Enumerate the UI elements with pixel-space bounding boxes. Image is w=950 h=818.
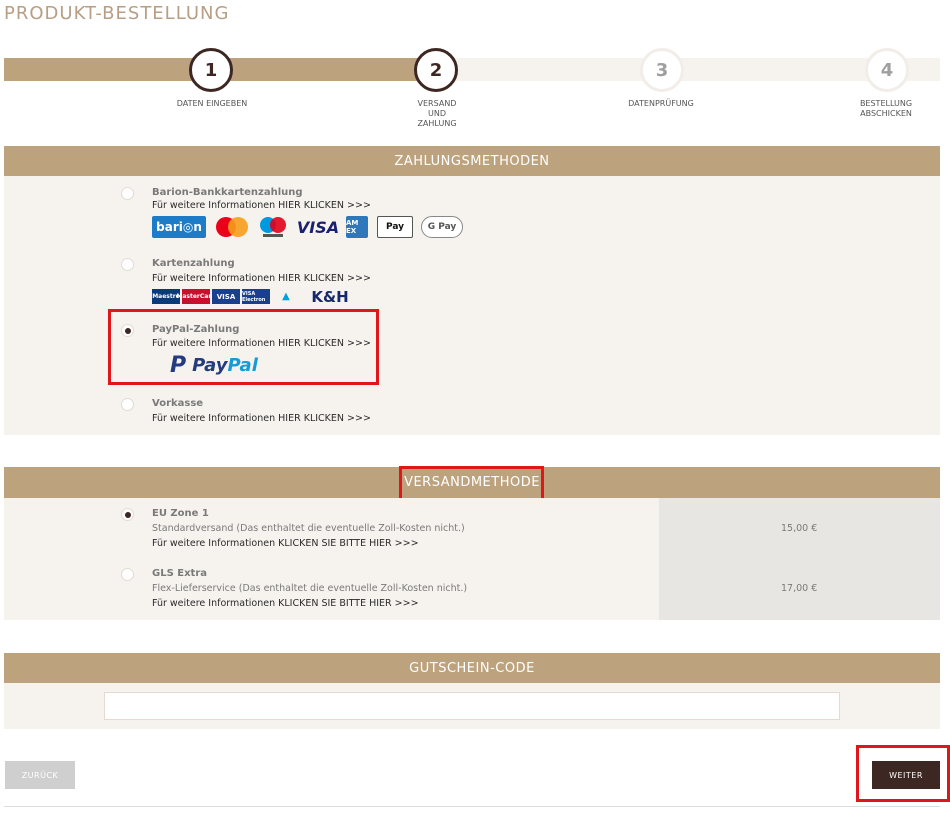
step-4-label: BESTELLUNG ABSCHICKEN [859, 99, 913, 118]
barion-info-link[interactable]: Für weitere Informationen HIER KLICKEN >… [152, 200, 371, 211]
visa-logo: VISA [296, 217, 340, 237]
prepayment-info-link[interactable]: Für weitere Informationen HIER KLICKEN >… [152, 413, 371, 424]
gls-extra-title: GLS Extra [152, 568, 208, 579]
barion-radio[interactable] [121, 187, 134, 200]
gls-extra-radio[interactable] [121, 568, 134, 581]
step-3-label: DATENPRÜFUNG [628, 99, 694, 108]
barion-logos: bari◎n VISA AM EX Pay G Pay [152, 216, 472, 240]
apple-pay-logo: Pay [377, 216, 413, 238]
mastercard-card-logo: MasterCard [176, 289, 216, 304]
gls-extra-price: 17,00 € [781, 583, 818, 594]
gls-extra-info-link[interactable]: Für weitere Informationen KLICKEN SIE BI… [152, 598, 419, 609]
kh-logo: K&H [311, 287, 349, 306]
footer-divider [4, 806, 940, 807]
card-payment-info-link[interactable]: Für weitere Informationen HIER KLICKEN >… [152, 273, 371, 284]
card-payment-radio[interactable] [121, 258, 134, 271]
card-payment-logos: Maestro MasterCard VISA VISA Electron ▲ … [152, 287, 362, 306]
eu-zone-1-title: EU Zone 1 [152, 508, 209, 519]
google-pay-logo: G Pay [421, 216, 463, 238]
paypal-logo: P Pay Pal [170, 352, 258, 378]
mastercard-logo [212, 216, 252, 238]
prepayment-title: Vorkasse [152, 398, 204, 409]
eu-zone-1-info-link[interactable]: Für weitere Informationen KLICKEN SIE BI… [152, 538, 419, 549]
barion-title: Barion-Bankkartenzahlung [152, 187, 303, 198]
back-button[interactable]: ZURÜCK [5, 761, 75, 789]
payment-methods-header: ZAHLUNGSMETHODEN [4, 146, 940, 176]
step-2-label: VERSAND UND ZAHLUNG [417, 99, 457, 128]
eu-zone-1-desc: Standardversand (Das enthaltet die event… [152, 523, 465, 534]
barion-logo: bari◎n [152, 216, 206, 238]
eu-zone-1-radio[interactable] [121, 508, 134, 521]
paypal-radio[interactable] [121, 324, 134, 337]
paypal-p-icon: P [170, 352, 187, 378]
coupon-header: GUTSCHEIN-CODE [4, 653, 940, 683]
coupon-code-input[interactable] [104, 692, 840, 720]
visa-card-logo: VISA [212, 289, 240, 304]
kh-bank-icon: ▲ [282, 291, 290, 302]
paypal-title: PayPal-Zahlung [152, 324, 240, 335]
payment-methods-panel [4, 176, 940, 435]
step-1-label: DATEN EINGEBEN [176, 99, 248, 108]
step-1-circle[interactable]: 1 [189, 48, 233, 92]
amex-logo: AM EX [346, 216, 368, 238]
page-title: PRODUKT-BESTELLUNG [4, 3, 230, 24]
next-button[interactable]: WEITER [872, 761, 940, 789]
step-4-circle: 4 [865, 48, 909, 92]
paypal-info-link[interactable]: Für weitere Informationen HIER KLICKEN >… [152, 338, 371, 349]
prepayment-radio[interactable] [121, 398, 134, 411]
step-3-circle: 3 [640, 48, 684, 92]
shipping-price-column [659, 498, 940, 620]
step-2-circle[interactable]: 2 [414, 48, 458, 92]
card-payment-title: Kartenzahlung [152, 258, 235, 269]
maestro-logo [256, 216, 290, 238]
visa-electron-logo: VISA Electron [242, 289, 270, 304]
gls-extra-desc: Flex-Lieferservice (Das enthaltet die ev… [152, 583, 468, 594]
eu-zone-1-price: 15,00 € [781, 523, 818, 534]
